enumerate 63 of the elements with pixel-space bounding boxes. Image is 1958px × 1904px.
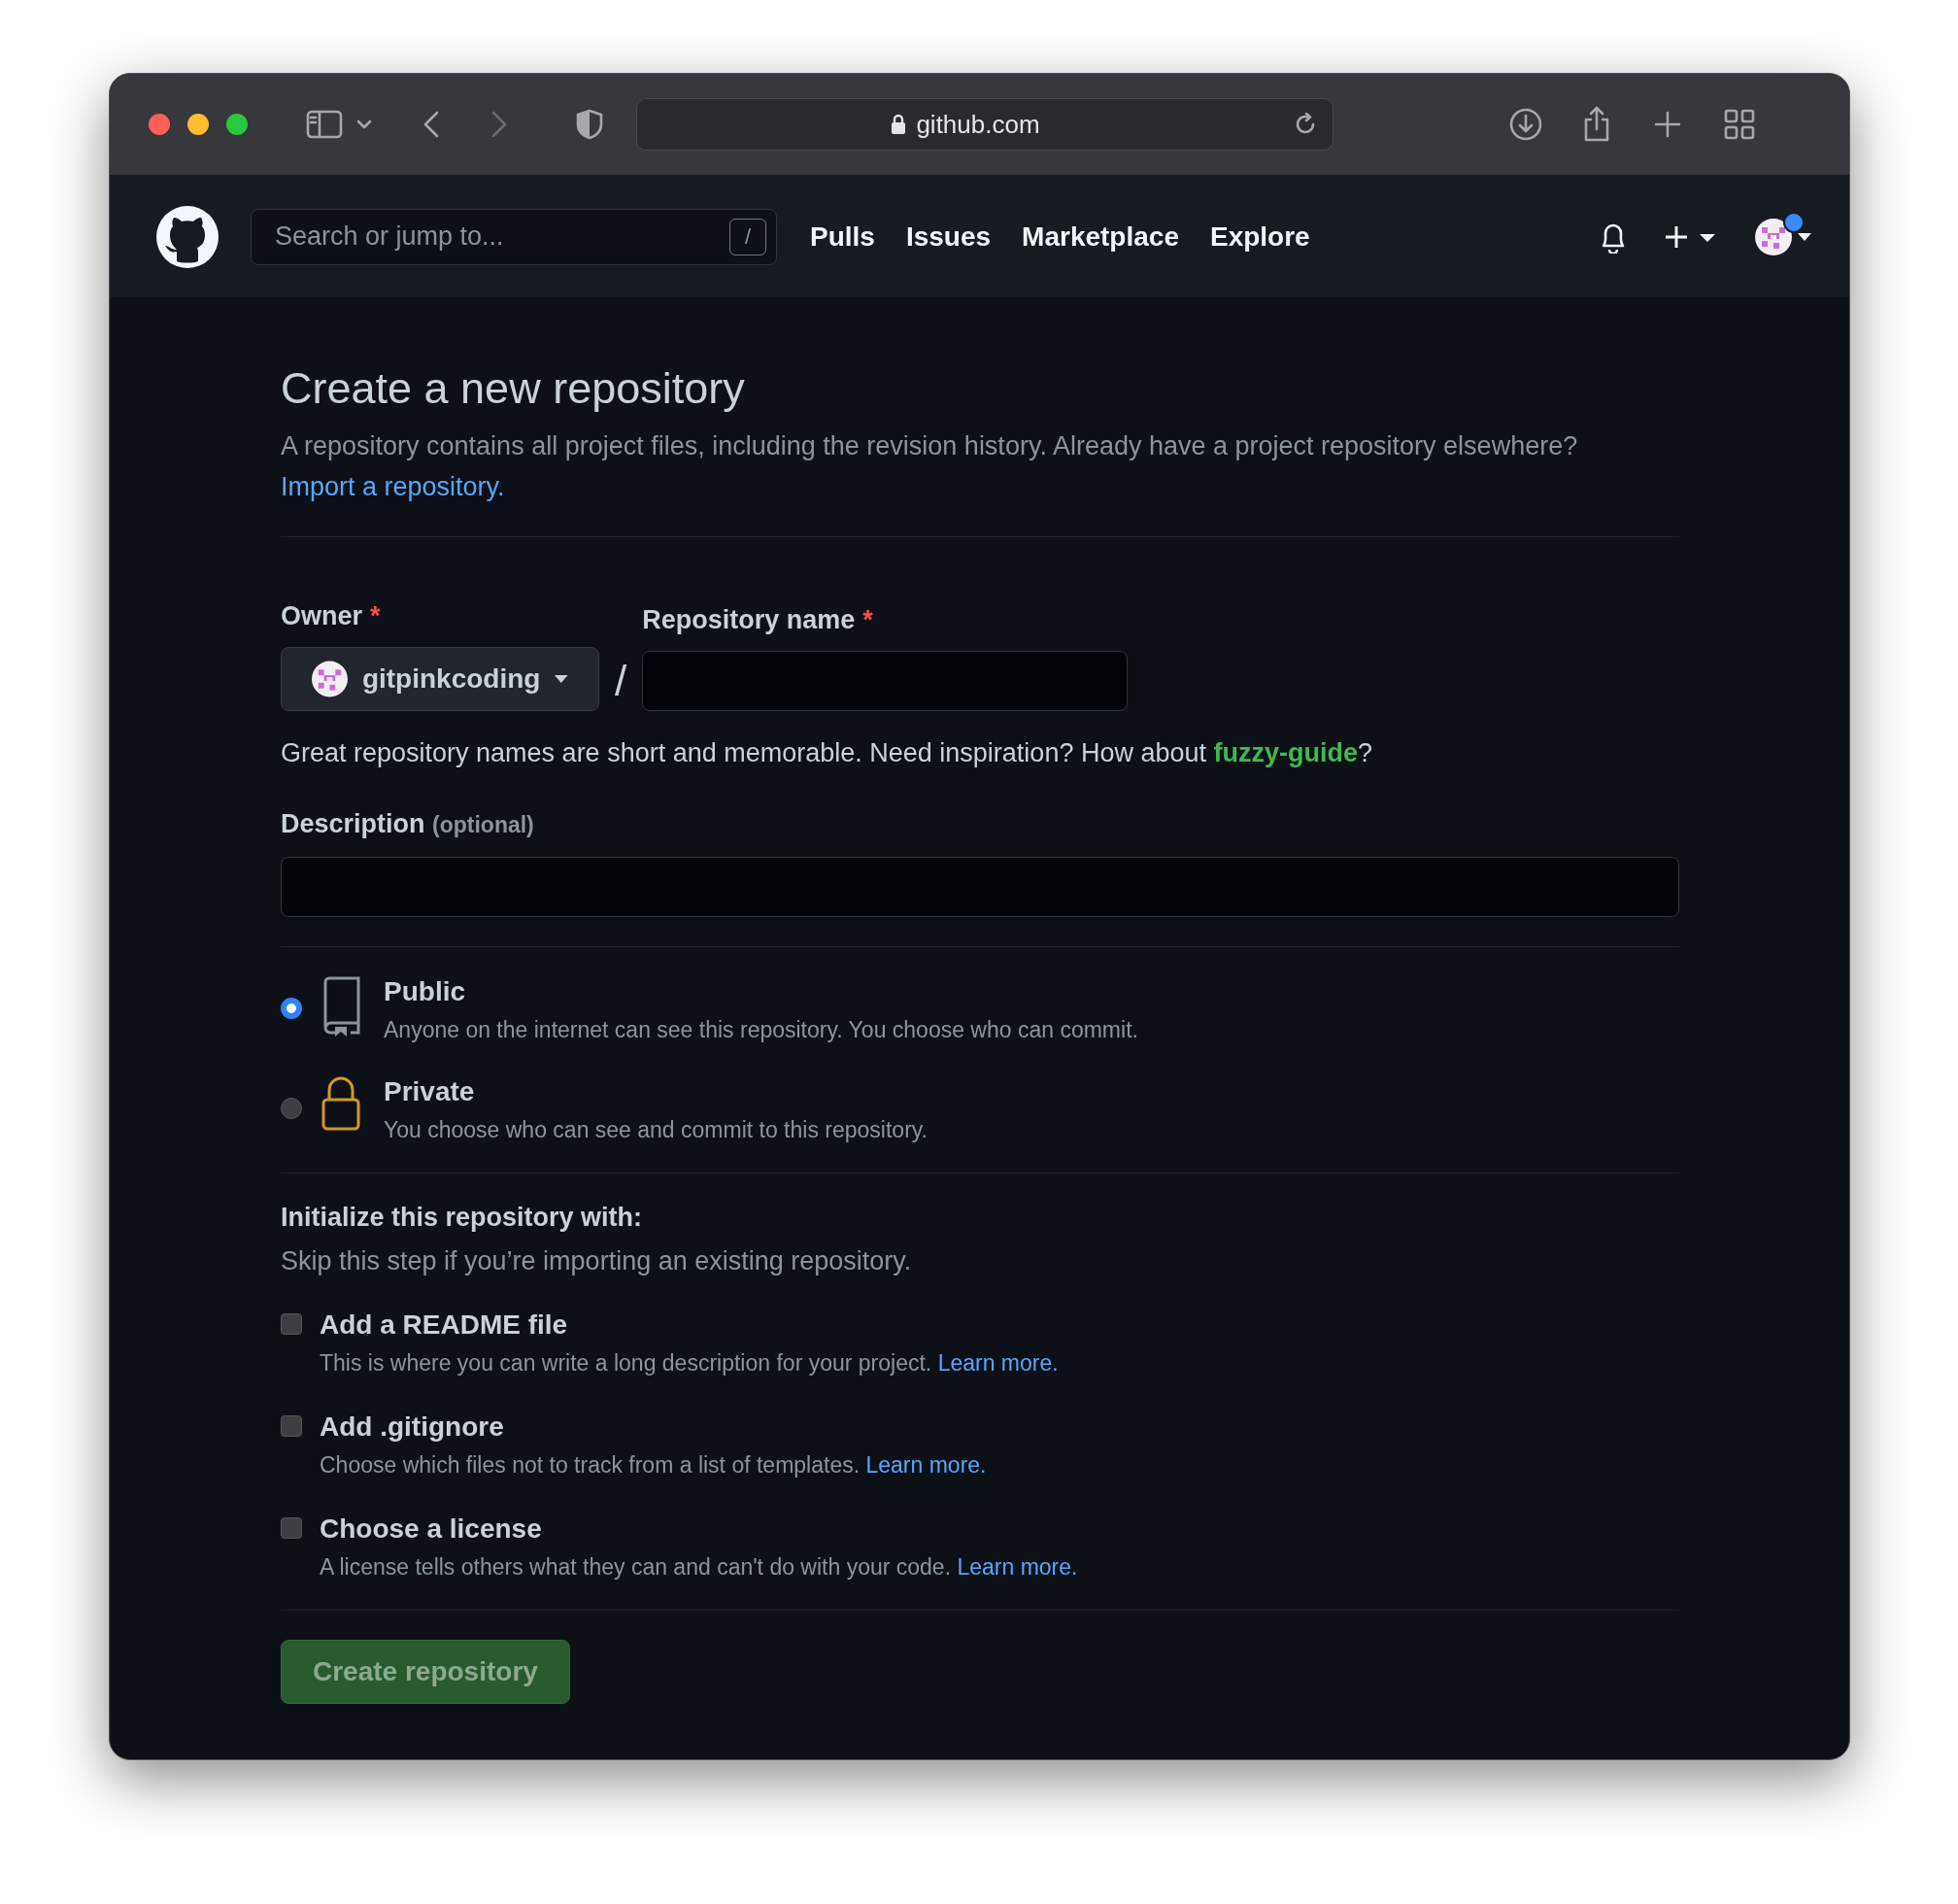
close-button[interactable] <box>149 114 170 135</box>
option-description: This is where you can write a long description for your project. Learn more. <box>320 1350 1059 1377</box>
shortcut-key: / <box>729 218 766 255</box>
nav-link[interactable]: Marketplace <box>1022 221 1179 253</box>
caret-icon[interactable] <box>1797 231 1812 242</box>
checkbox[interactable] <box>281 1517 302 1539</box>
required-mark: * <box>370 601 381 630</box>
download-icon[interactable] <box>1508 107 1543 142</box>
shield-icon[interactable] <box>576 109 603 140</box>
search-field[interactable]: Search or jump to... / <box>251 208 777 265</box>
caret-icon <box>554 674 569 684</box>
checkbox[interactable] <box>281 1415 302 1437</box>
search-placeholder: Search or jump to... <box>275 221 504 252</box>
visibility-label: Private <box>384 1076 476 1107</box>
learn-more-link[interactable]: Learn more. <box>957 1554 1078 1580</box>
github-logo-icon[interactable] <box>155 204 219 269</box>
tabs-overview-icon[interactable] <box>1724 109 1755 140</box>
nav-link[interactable]: Issues <box>905 221 992 253</box>
visibility-label: Public <box>384 976 466 1007</box>
hint-text: Great repository names are short and memorable. Need inspiration? How about fuzzy-guide? <box>281 738 1374 768</box>
owner-label: Owner * <box>281 601 382 631</box>
sidebar-icon[interactable] <box>306 110 343 139</box>
description-label: Description (optional) <box>281 809 535 839</box>
required-mark: * <box>862 605 873 634</box>
option-description: Choose which files not to track from a list of templates. Learn more. <box>320 1452 987 1479</box>
section-subtitle: Skip this step if you’re importing an existing repository. <box>281 1246 913 1276</box>
section-heading: Initialize this repository with: <box>281 1203 644 1233</box>
visibility-description: Anyone on the internet can see this repository. You choose who can commit. <box>384 1017 1138 1043</box>
intro-text: A repository contains all project files, including the revision history. Already have a project repository elsewhere? Import a repository. <box>281 430 1579 503</box>
chevron-down-icon[interactable] <box>356 119 372 130</box>
minimize-button[interactable] <box>187 114 209 135</box>
import-link[interactable]: Import a repository. <box>281 472 505 501</box>
plus-icon[interactable] <box>1654 111 1681 138</box>
optional-note: (optional) <box>432 812 534 837</box>
zoom-button[interactable] <box>226 114 248 135</box>
padlock-icon <box>321 1076 360 1131</box>
avatar-icon <box>311 660 349 698</box>
repository-name-field[interactable] <box>642 651 1129 711</box>
repository-name-label: Repository name * <box>642 605 874 635</box>
page-title: Create a new repository <box>281 363 746 414</box>
option-label: Add .gitignore <box>320 1411 505 1443</box>
lock-icon <box>891 114 907 135</box>
visibility-description: You choose who can see and commit to this repository. <box>384 1117 928 1143</box>
option-label: Choose a license <box>320 1513 543 1545</box>
reload-icon[interactable] <box>1294 113 1317 136</box>
nav-link[interactable]: Explore <box>1209 221 1310 253</box>
suggestion-link[interactable]: fuzzy-guide <box>1213 738 1358 767</box>
nav-link[interactable]: Pulls <box>810 221 875 253</box>
owner-dropdown[interactable]: gitpinkcoding <box>281 647 599 711</box>
back-icon[interactable] <box>422 110 440 139</box>
description-field[interactable] <box>281 857 1679 917</box>
learn-more-link[interactable]: Learn more. <box>937 1350 1059 1376</box>
url-text: github.com <box>916 109 1040 140</box>
share-icon[interactable] <box>1582 106 1611 143</box>
learn-more-link[interactable]: Learn more. <box>865 1452 987 1478</box>
radio-button[interactable] <box>281 998 302 1019</box>
checkbox[interactable] <box>281 1313 302 1335</box>
option-label: Add a README file <box>320 1309 569 1341</box>
book-icon <box>321 976 360 1037</box>
radio-button[interactable] <box>281 1098 302 1119</box>
option-description: A license tells others what they can and can't do with your code. Learn more. <box>320 1554 1078 1581</box>
path-separator: / <box>615 657 627 706</box>
avatar-icon[interactable] <box>1754 217 1793 256</box>
